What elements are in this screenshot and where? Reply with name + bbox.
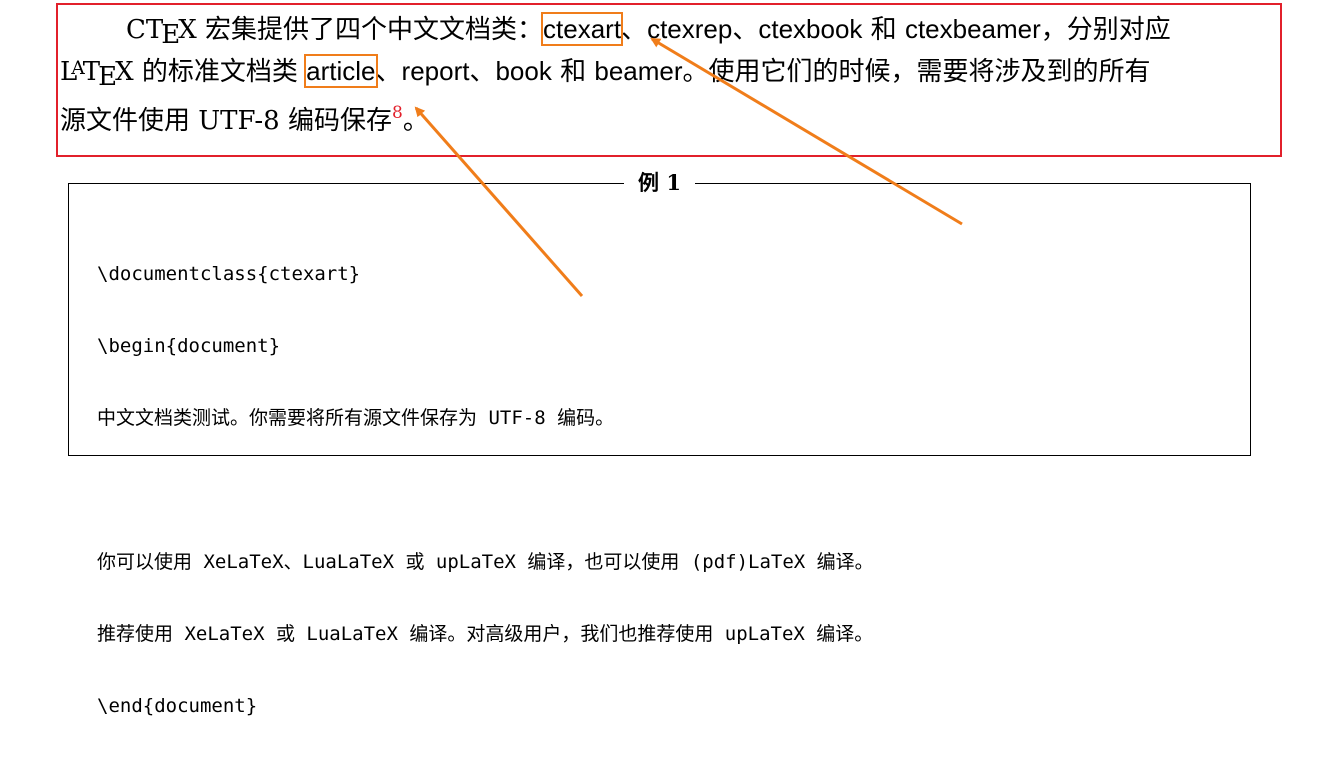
book-label: book <box>495 56 552 86</box>
code-line: \begin{document} <box>97 335 281 357</box>
paragraph: CTEX 宏集提供了四个中文文档类：ctexart、ctexrep、ctexbo… <box>60 8 1260 136</box>
ctex-logo: CTEX <box>126 15 197 50</box>
latex-logo: LATEX <box>60 57 134 92</box>
beamer-label: beamer <box>594 56 683 86</box>
code-listing: \documentclass{ctexart} \begin{document}… <box>97 214 874 766</box>
example-title: 例 1 <box>69 170 1250 198</box>
paragraph-line-1: CTEX 宏集提供了四个中文文档类：ctexart、ctexrep、ctexbo… <box>126 12 1171 50</box>
example-box: 例 1 \documentclass{ctexart} \begin{docum… <box>68 170 1251 717</box>
ctexrep-label: ctexrep <box>647 14 733 44</box>
code-line: 你可以使用 XeLaTeX、LuaLaTeX 或 upLaTeX 编译，也可以使… <box>97 551 874 573</box>
paragraph-line-2: LATEX 的标准文档类 article、report、book 和 beame… <box>60 54 1151 92</box>
article-highlight: article <box>304 54 378 88</box>
ctexbook-label: ctexbook <box>758 14 863 44</box>
report-label: report <box>401 56 470 86</box>
code-line: \end{document} <box>97 695 258 717</box>
ctexart-highlight: ctexart <box>541 12 624 46</box>
ctexbeamer-label: ctexbeamer <box>904 14 1041 44</box>
paragraph-line-3: 源文件使用 UTF-8 编码保存8。 <box>60 103 429 136</box>
code-line: \documentclass{ctexart} <box>97 263 361 285</box>
line1-text: 宏集提供了四个中文文档类： <box>196 15 544 45</box>
footnote-marker[interactable]: 8 <box>392 103 403 123</box>
code-line: 推荐使用 XeLaTeX 或 LuaLaTeX 编译。对高级用户，我们也推荐使用… <box>97 623 874 645</box>
code-line: 中文文档类测试。你需要将所有源文件保存为 UTF-8 编码。 <box>97 407 615 429</box>
